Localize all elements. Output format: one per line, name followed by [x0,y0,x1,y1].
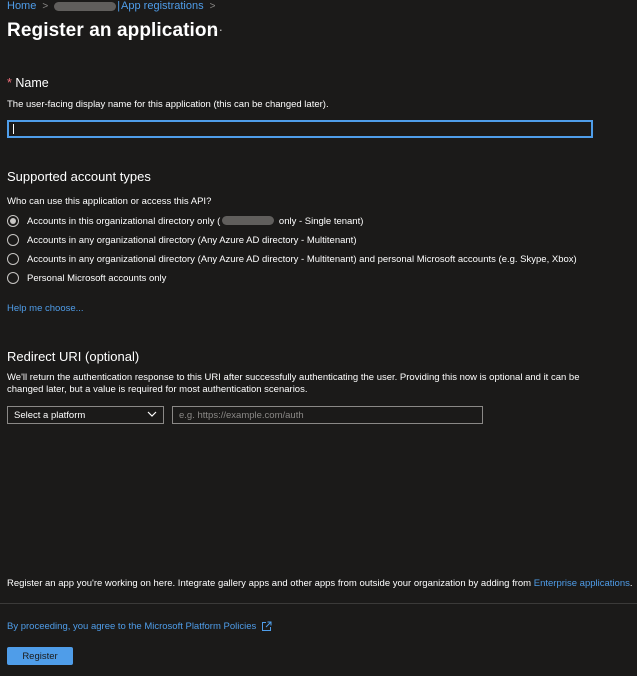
redacted-block [54,1,117,11]
name-label: * Name [7,76,49,90]
breadcrumb-divider: | [117,0,121,12]
radio-option-multitenant[interactable]: Accounts in any organizational directory… [7,233,357,247]
radio-option-multitenant-personal[interactable]: Accounts in any organizational directory… [7,252,577,266]
policies-link-row[interactable]: By proceeding, you agree to the Microsof… [7,621,272,632]
footer-info-text: Register an app you're working on here. … [7,578,534,589]
register-app-page: Home > | App registrations > Register an… [0,0,637,676]
radio-label-before: Accounts in this organizational director… [27,215,221,227]
external-link-icon [261,621,272,632]
help-me-choose-link[interactable]: Help me choose... [7,303,84,314]
breadcrumb-app-registrations[interactable]: App registrations [121,0,204,12]
radio-option-single-tenant[interactable]: Accounts in this organizational director… [7,214,363,228]
chevron-down-icon [147,410,157,421]
account-types-heading: Supported account types [7,169,151,184]
redacted-block [222,216,275,226]
name-description: The user-facing display name for this ap… [7,99,329,110]
footer-divider [0,603,637,604]
redirect-uri-heading: Redirect URI (optional) [7,349,140,364]
radio-label: Accounts in this organizational director… [27,216,363,227]
footer-info: Register an app you're working on here. … [7,578,633,589]
breadcrumb: Home > | App registrations > [7,0,221,12]
breadcrumb-chevron-icon: > [209,0,216,12]
breadcrumb-home[interactable]: Home [7,0,36,12]
radio-label: Accounts in any organizational directory… [27,253,577,265]
radio-label-after: only - Single tenant) [276,215,364,227]
radio-unselected-icon[interactable] [7,234,19,246]
platform-policies-link[interactable]: By proceeding, you agree to the Microsof… [7,621,256,632]
account-types-question: Who can use this application or access t… [7,196,212,207]
radio-label: Personal Microsoft accounts only [27,272,167,284]
radio-option-personal-only[interactable]: Personal Microsoft accounts only [7,271,166,285]
radio-unselected-icon[interactable] [7,253,19,265]
required-marker: * [7,76,12,90]
radio-label: Accounts in any organizational directory… [27,234,357,246]
footer-info-end: . [629,578,633,589]
register-button[interactable]: Register [7,647,73,665]
redirect-uri-description: We'll return the authentication response… [7,372,580,395]
name-input[interactable] [7,120,593,138]
platform-select-value: Select a platform [14,409,86,421]
name-label-text: Name [15,76,49,90]
breadcrumb-chevron-icon: > [42,0,49,12]
radio-selected-icon[interactable] [7,215,19,227]
platform-select[interactable]: Select a platform [7,406,164,424]
enterprise-applications-link[interactable]: Enterprise applications [534,578,630,589]
page-title: Register an application [7,20,219,41]
radio-unselected-icon[interactable] [7,272,19,284]
text-caret [13,124,14,134]
more-options-icon[interactable]: ··· [208,22,224,37]
redirect-uri-input[interactable] [172,406,483,424]
